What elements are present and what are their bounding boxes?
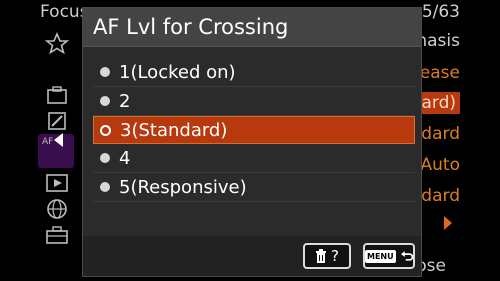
option-label: 2 [119,90,131,112]
trash-icon [316,249,327,263]
back-arrow-icon[interactable] [54,133,63,147]
radio-icon [100,182,110,192]
back-return-icon [400,251,413,261]
background-item-1: hasis [416,31,460,51]
page-indicator: 5/63 [421,2,460,22]
option-list: 1(Locked on) 2 3(Standard) 4 5(Responsiv… [93,58,415,202]
menu-back-button[interactable]: MENU [363,243,415,269]
option-label: 5(Responsive) [119,176,247,198]
option-5[interactable]: 5(Responsive) [93,173,415,202]
radio-icon [100,153,110,163]
help-label: ? [331,247,339,265]
menu-label: MENU [365,249,396,263]
dialog-footer: ? MENU [83,236,421,276]
option-3-selected[interactable]: 3(Standard) [93,116,415,144]
radio-selected-icon [100,124,111,136]
option-label: 4 [119,147,131,169]
pen-icon[interactable] [44,110,70,132]
background-item-5: Auto [420,155,460,175]
toolbox-icon[interactable] [44,224,70,246]
af-level-dialog: AF Lvl for Crossing 1(Locked on) 2 3(Sta… [82,7,422,277]
option-2[interactable]: 2 [93,87,415,116]
dialog-title: AF Lvl for Crossing [93,15,289,39]
radio-icon [100,96,110,106]
globe-icon[interactable] [44,198,70,220]
camera-icon[interactable] [44,84,70,106]
option-1[interactable]: 1(Locked on) [93,58,415,87]
next-page-arrow-icon[interactable] [444,216,452,230]
option-label: 1(Locked on) [119,61,236,83]
dialog-header: AF Lvl for Crossing [83,8,421,47]
radio-icon [100,67,110,77]
delete-help-button[interactable]: ? [303,243,351,269]
option-4[interactable]: 4 [93,144,415,173]
play-icon[interactable] [44,172,70,194]
af-category-label: AF [42,137,54,147]
option-label: 3(Standard) [120,119,228,141]
star-icon[interactable] [44,32,70,54]
